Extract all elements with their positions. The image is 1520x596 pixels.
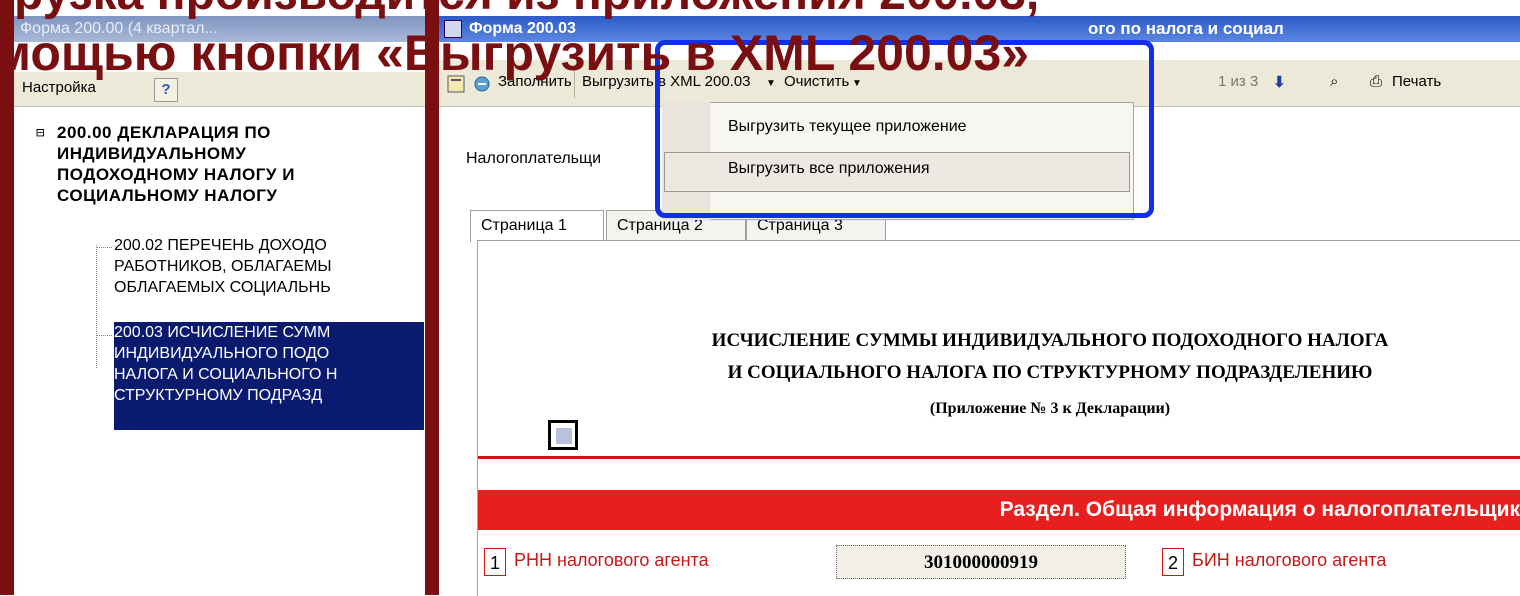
arrow-down-icon[interactable]: ⬇ (1273, 73, 1286, 91)
taxpayer-label: Налогоплательщи (466, 150, 602, 167)
form-page (477, 240, 1520, 596)
tree-item-line: ОБЛАГАЕМЫХ СОЦИАЛЬНЬ (114, 279, 331, 296)
slide-caption-line-2: мощью кнопки «Выгрузить в XML 200.03» (0, 25, 1030, 81)
tree-connector (96, 245, 97, 368)
tree-item-line: 200.02 ПЕРЕЧЕНЬ ДОХОДО (114, 237, 327, 254)
binoculars-icon[interactable]: ⌕ (1330, 73, 1338, 90)
tree-root-item[interactable]: 200.00 ДЕКЛАРАЦИЯ ПО ИНДИВИДУАЛЬНОМУ ПОД… (57, 122, 407, 206)
page-counter: 1 из 3 (1218, 73, 1259, 90)
tree-item-line: РАБОТНИКОВ, ОБЛАГАЕМЫ (114, 258, 332, 275)
tree-connector (96, 247, 112, 248)
tree-item-line: НАЛОГА И СОЦИАЛЬНОГО Н (114, 364, 424, 385)
rnn-label: РНН налогового агента (514, 550, 709, 570)
section-title: Раздел. Общая информация о налогоплатель… (999, 498, 1520, 521)
print-button[interactable]: Печать (1392, 73, 1441, 90)
form-window-title-tail: ого по налога и социал (1088, 19, 1284, 38)
slide-frame-left (0, 0, 14, 595)
field-number: 2 (1162, 548, 1184, 576)
slide-caption-line-1: грузка производится из приложения 200.03… (0, 0, 1039, 21)
field-number: 1 (484, 548, 506, 576)
tree-item-line: ИНДИВИДУАЛЬНОГО ПОДО (114, 343, 424, 364)
printer-icon[interactable]: ⎙ (1370, 73, 1382, 90)
document-title-line-2: И СОЦИАЛЬНОГО НАЛОГА ПО СТРУКТУРНОМУ ПОД… (727, 362, 1373, 383)
collapse-toggle-icon[interactable]: ⊟ (36, 125, 44, 141)
checkbox-fill (556, 428, 572, 444)
tree-item-line: 200.03 ИСЧИСЛЕНИЕ СУММ (114, 322, 424, 343)
divider (478, 456, 1520, 459)
document-title-line-1: ИСЧИСЛЕНИЕ СУММЫ ИНДИВИДУАЛЬНОГО ПОДОХОД… (711, 330, 1389, 351)
slide-frame-middle (425, 0, 439, 595)
tree-connector (96, 335, 112, 336)
document-subtitle: (Приложение № 3 к Декларации) (929, 400, 1171, 417)
bin-label: БИН налогового агента (1192, 550, 1387, 570)
tree-item-line: СТРУКТУРНОМУ ПОДРАЗД (114, 385, 424, 430)
rnn-input[interactable]: 301000000919 (836, 545, 1126, 579)
tab-page-1[interactable]: Страница 1 (470, 210, 604, 242)
